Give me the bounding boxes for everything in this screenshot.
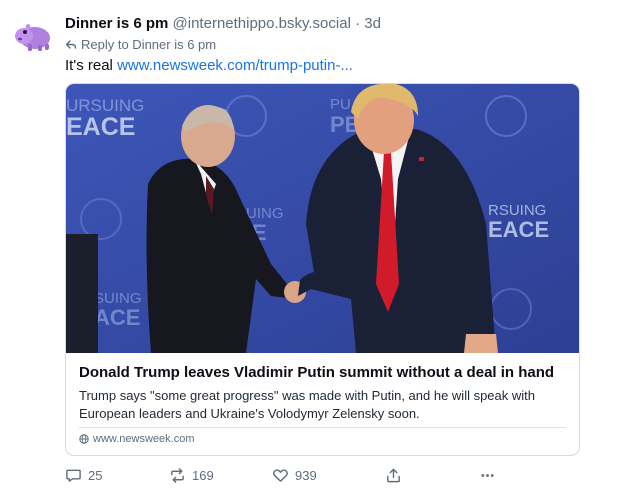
post-link[interactable]: www.newsweek.com/trump-putin-... (117, 57, 353, 74)
backdrop-text: ACE (94, 305, 140, 330)
backdrop-text: EACE (66, 113, 135, 141)
more-options-button[interactable] (479, 463, 496, 487)
repost-arrows-icon (171, 467, 184, 483)
post-actions: 25 169 939 (65, 463, 565, 487)
globe-icon (79, 434, 89, 444)
repost-count: 169 (192, 467, 214, 483)
reply-to-line[interactable]: Reply to Dinner is 6 pm (65, 36, 216, 54)
heart-icon (273, 468, 288, 482)
reply-arrow-icon (65, 40, 77, 49)
hippo-avatar-icon (15, 24, 50, 51)
reply-count: 25 (88, 467, 103, 483)
reply-to-text: Reply to Dinner is 6 pm (81, 37, 217, 52)
reply-button[interactable]: 25 (65, 463, 102, 487)
author-display-name[interactable]: Dinner is 6 pm (65, 15, 168, 32)
speech-bubble-icon (66, 469, 81, 482)
like-button[interactable]: 939 (272, 463, 317, 487)
share-icon (387, 468, 400, 482)
share-button[interactable] (385, 463, 402, 487)
post-text: It's real www.newsweek.com/trump-putin-.… (65, 55, 353, 77)
card-description: Trump says "some great progress" was mad… (79, 388, 535, 421)
card-divider (79, 427, 566, 428)
post: Dinner is 6 pm @internethippo.bsky.socia… (0, 0, 620, 500)
link-preview-card[interactable]: URSUING EACE PU PE SUING CE RSUING EACE … (65, 83, 580, 456)
card-image: URSUING EACE PU PE SUING CE RSUING EACE … (66, 84, 579, 353)
author-avatar[interactable] (12, 14, 54, 56)
backdrop-text: PU (330, 96, 351, 113)
more-dots-icon (481, 473, 494, 477)
like-count: 939 (295, 467, 317, 483)
author-handle[interactable]: @internethippo.bsky.social (173, 15, 351, 32)
post-timestamp[interactable]: 3d (364, 15, 381, 32)
repost-button[interactable]: 169 (169, 463, 214, 487)
card-domain: www.newsweek.com (79, 432, 194, 446)
card-title[interactable]: Donald Trump leaves Vladimir Putin summi… (79, 363, 554, 383)
header-separator: · (355, 15, 361, 32)
post-body: It's real (65, 57, 113, 74)
post-header: Dinner is 6 pm @internethippo.bsky.socia… (65, 14, 381, 34)
backdrop-text: EACE (488, 217, 549, 242)
card-domain-text: www.newsweek.com (93, 433, 195, 445)
